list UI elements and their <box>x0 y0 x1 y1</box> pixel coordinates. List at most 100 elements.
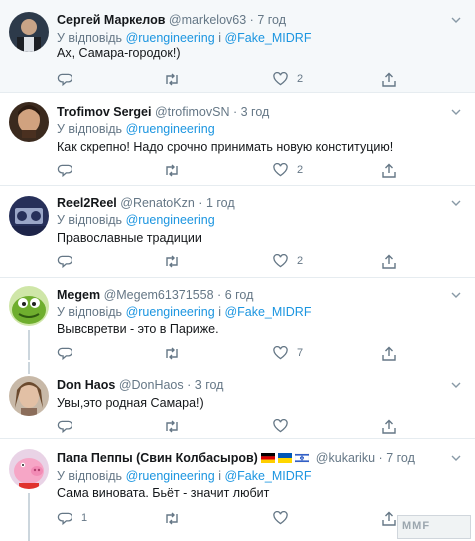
heart-icon <box>273 419 288 433</box>
reply-icon <box>57 164 72 177</box>
retweet-button[interactable] <box>164 418 180 434</box>
tweet-time[interactable]: 6 год <box>225 288 254 302</box>
reply-button[interactable] <box>57 418 81 434</box>
retweet-button[interactable] <box>164 162 180 178</box>
retweet-icon <box>166 347 178 359</box>
reply-context: У відповідь @ruengineering <box>57 122 215 137</box>
retweet-button[interactable] <box>164 71 180 87</box>
avatar[interactable] <box>9 102 49 142</box>
separator-dot: · <box>217 288 222 302</box>
tweet-text: Православные традиции <box>57 231 202 245</box>
chevron-down-icon[interactable] <box>451 15 461 25</box>
germany-flag-icon <box>261 453 276 463</box>
tweet-text: Как скрепно! Надо срочно принимать новую… <box>57 140 394 154</box>
reply-context: У відповідь @ruengineering і @Fake_MIDRF <box>57 305 311 320</box>
mention-link[interactable]: @Fake_MIDRF <box>224 305 311 319</box>
chevron-down-icon[interactable] <box>451 380 461 390</box>
like-button[interactable]: 7 <box>273 345 303 361</box>
author-name[interactable]: Сергей Маркелов <box>57 13 165 27</box>
heart-icon <box>273 254 288 268</box>
tweet-text: Ах, Самара-городок!) <box>57 46 181 60</box>
tweet-header: Папа Пеппы (Свин Колбасыров) @kukariku ·… <box>57 451 415 466</box>
watermark-logo: MMF <box>397 515 471 539</box>
author-name[interactable]: Папа Пеппы (Свин Колбасыров) <box>57 451 258 465</box>
retweet-button[interactable] <box>164 253 180 269</box>
tweet[interactable]: Reel2Reel @RenatoKzn · 1 год У відповідь… <box>0 186 475 278</box>
avatar[interactable] <box>9 286 49 326</box>
tweet-time[interactable]: 3 год <box>241 105 270 119</box>
share-icon <box>382 163 396 178</box>
author-name[interactable]: Reel2Reel <box>57 196 117 210</box>
chevron-down-icon[interactable] <box>451 290 461 300</box>
reply-button[interactable] <box>57 162 81 178</box>
tweet[interactable]: Trofimov Sergei @trofimovSN · 3 год У ві… <box>0 93 475 186</box>
like-count: 2 <box>297 73 304 85</box>
chevron-down-icon[interactable] <box>451 198 461 208</box>
author-handle[interactable]: @RenatoKzn <box>120 196 195 210</box>
share-icon <box>382 419 396 434</box>
share-icon <box>382 346 396 361</box>
chevron-down-icon[interactable] <box>451 107 461 117</box>
and-word: і <box>218 31 221 45</box>
like-button[interactable]: 2 <box>273 71 303 87</box>
tweet-time[interactable]: 7 год <box>257 13 286 27</box>
tweet-time[interactable]: 3 год <box>195 378 224 392</box>
author-name[interactable]: Megem <box>57 288 100 302</box>
author-name[interactable]: Don Haos <box>57 378 115 392</box>
reply-icon <box>57 420 72 433</box>
mention-link[interactable]: @ruengineering <box>126 305 215 319</box>
like-button[interactable]: 2 <box>273 162 303 178</box>
like-button[interactable] <box>273 510 297 526</box>
tweet-actions: 7 <box>57 345 457 361</box>
tweet-header: Trofimov Sergei @trofimovSN · 3 год <box>57 105 269 120</box>
author-handle[interactable]: @kukariku <box>316 451 375 465</box>
reply-button[interactable] <box>57 345 81 361</box>
share-button[interactable] <box>382 345 396 361</box>
separator-dot: · <box>249 13 254 27</box>
reply-context: У відповідь @ruengineering і @Fake_MIDRF <box>57 469 311 484</box>
like-button[interactable]: 2 <box>273 253 303 269</box>
and-word: і <box>218 305 221 319</box>
tweet[interactable]: Сергей Маркелов @markelov63 · 7 год У ві… <box>0 0 475 93</box>
avatar[interactable] <box>9 376 49 416</box>
chevron-down-icon[interactable] <box>451 453 461 463</box>
retweet-button[interactable] <box>164 345 180 361</box>
reply-button[interactable]: 1 <box>57 510 87 526</box>
author-handle[interactable]: @Megem61371558 <box>104 288 214 302</box>
tweet[interactable]: Don Haos @DonHaos · 3 год Увы,это родная… <box>0 362 475 439</box>
mention-link[interactable]: @Fake_MIDRF <box>224 469 311 483</box>
share-button[interactable] <box>382 162 396 178</box>
share-button[interactable] <box>382 253 396 269</box>
author-handle[interactable]: @DonHaos <box>119 378 184 392</box>
heart-icon <box>273 72 288 86</box>
mention-link[interactable]: @Fake_MIDRF <box>224 31 311 45</box>
avatar[interactable] <box>9 12 49 52</box>
author-handle[interactable]: @markelov63 <box>169 13 246 27</box>
tweet-time[interactable]: 1 год <box>206 196 235 210</box>
retweet-icon <box>166 420 178 432</box>
like-button[interactable] <box>273 418 297 434</box>
share-button[interactable] <box>382 71 396 87</box>
tweet[interactable]: Megem @Megem61371558 · 6 год У відповідь… <box>0 278 475 361</box>
mention-link[interactable]: @ruengineering <box>126 31 215 45</box>
retweet-button[interactable] <box>164 510 180 526</box>
author-handle[interactable]: @trofimovSN <box>155 105 230 119</box>
reply-prefix: У відповідь <box>57 469 123 483</box>
tweet-time[interactable]: 7 год <box>386 451 415 465</box>
mention-link[interactable]: @ruengineering <box>126 213 215 227</box>
mention-link[interactable]: @ruengineering <box>126 122 215 136</box>
mention-link[interactable]: @ruengineering <box>126 469 215 483</box>
reply-button[interactable] <box>57 71 81 87</box>
reply-prefix: У відповідь <box>57 31 123 45</box>
retweet-icon <box>166 73 178 85</box>
share-button[interactable] <box>382 418 396 434</box>
share-button[interactable] <box>382 510 396 526</box>
heart-icon <box>273 511 288 525</box>
separator-dot: · <box>378 451 383 465</box>
avatar[interactable] <box>9 196 49 236</box>
avatar[interactable] <box>9 449 49 489</box>
separator-dot: · <box>198 196 203 210</box>
author-name[interactable]: Trofimov Sergei <box>57 105 151 119</box>
reply-button[interactable] <box>57 253 81 269</box>
separator-dot: · <box>187 378 192 392</box>
